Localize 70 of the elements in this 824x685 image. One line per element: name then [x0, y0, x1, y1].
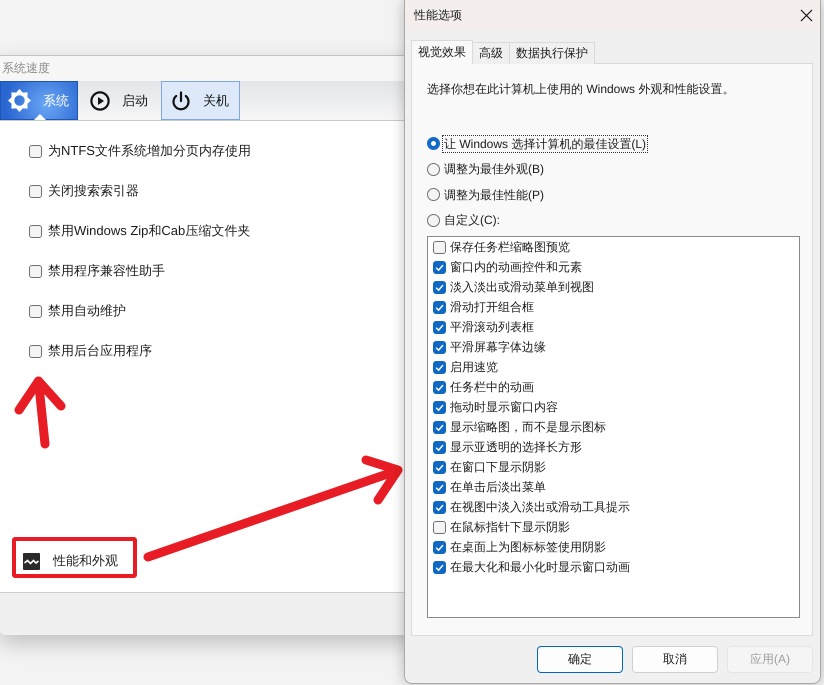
checkbox[interactable]: [433, 520, 446, 534]
option-label: 在鼠标指针下显示阴影: [450, 518, 570, 536]
tab[interactable]: 数据执行保护: [509, 42, 595, 64]
checkbox[interactable]: [433, 460, 446, 474]
close-icon[interactable]: [800, 8, 813, 22]
option-label: 拖动时显示窗口内容: [450, 398, 558, 416]
radio-button[interactable]: [427, 188, 440, 202]
checkbox[interactable]: [433, 320, 446, 334]
dialog-button[interactable]: 取消: [632, 646, 718, 673]
option-label: 禁用自动维护: [48, 302, 126, 320]
option-label: 平滑滚动列表框: [450, 318, 534, 336]
checkbox[interactable]: [433, 340, 446, 354]
radio-label: 调整为最佳外观(B): [443, 161, 545, 178]
checkbox[interactable]: [29, 224, 42, 238]
option-label: 为NTFS文件系统增加分页内存使用: [48, 142, 251, 160]
checkbox[interactable]: [433, 400, 446, 414]
radio-button[interactable]: [427, 162, 440, 176]
option-label: 禁用Windows Zip和Cab压缩文件夹: [48, 222, 250, 240]
description-text: 选择你想在此计算机上使用的 Windows 外观和性能设置。: [427, 81, 736, 98]
checkbox[interactable]: [29, 144, 42, 158]
option-label: 禁用后台应用程序: [48, 342, 152, 360]
gear-icon: [8, 89, 31, 112]
checkbox[interactable]: [433, 540, 446, 554]
checkbox[interactable]: [433, 440, 446, 454]
window-title: 系统速度: [2, 60, 50, 77]
radio-button[interactable]: [427, 214, 440, 227]
checkbox[interactable]: [29, 344, 42, 358]
option-label: 保存任务栏缩略图预览: [450, 238, 570, 256]
radio-button[interactable]: [427, 137, 440, 150]
checkbox[interactable]: [29, 264, 42, 278]
tab[interactable]: 启动: [80, 81, 159, 120]
option-label: 在视图中淡入淡出或滑动工具提示: [450, 498, 630, 516]
checkbox[interactable]: [433, 280, 446, 294]
option-label: 在最大化和最小化时显示窗口动画: [450, 558, 630, 576]
radio-label: 自定义(C):: [443, 212, 501, 230]
option-label: 任务栏中的动画: [450, 378, 534, 396]
power-icon: [171, 90, 191, 110]
play-icon: [90, 90, 110, 110]
window-title: 性能选项: [414, 6, 462, 24]
option-label: 在窗口下显示阴影: [450, 458, 546, 476]
tab[interactable]: 高级: [472, 42, 510, 64]
option-label: 显示缩略图，而不是显示图标: [450, 418, 606, 436]
checkbox[interactable]: [433, 420, 446, 434]
zigzag-chart-icon: [23, 552, 40, 570]
option-label: 平滑屏幕字体边缘: [450, 338, 546, 356]
checkbox[interactable]: [433, 240, 446, 254]
option-label: 启用速览: [450, 358, 498, 376]
dialog-button[interactable]: 确定: [537, 646, 623, 673]
tab[interactable]: 视觉效果: [411, 40, 473, 64]
checkbox[interactable]: [433, 300, 446, 314]
checkbox[interactable]: [433, 260, 446, 274]
option-label: 滑动打开组合框: [450, 298, 534, 316]
option-label: 淡入淡出或滑动菜单到视图: [450, 278, 594, 296]
checkbox[interactable]: [29, 184, 42, 198]
option-label: 禁用程序兼容性助手: [48, 262, 165, 280]
option-label: 在单击后淡出菜单: [450, 478, 546, 496]
checkbox[interactable]: [433, 560, 446, 574]
checkbox[interactable]: [433, 480, 446, 494]
checkbox[interactable]: [433, 500, 446, 514]
option-label: 关闭搜索索引器: [48, 182, 139, 200]
option-label: 显示亚透明的选择长方形: [450, 438, 582, 456]
checkbox[interactable]: [29, 304, 42, 318]
checkbox[interactable]: [433, 380, 446, 394]
radio-label: 让 Windows 选择计算机的最佳设置(L): [442, 134, 648, 153]
radio-label: 调整为最佳性能(P): [443, 186, 545, 204]
option-label: 在桌面上为图标标签使用阴影: [450, 538, 606, 556]
checkbox[interactable]: [433, 360, 446, 374]
option-label: 窗口内的动画控件和元素: [450, 258, 582, 276]
performance-button[interactable]: 性能和外观: [18, 549, 124, 573]
tab[interactable]: 关机: [161, 81, 240, 120]
